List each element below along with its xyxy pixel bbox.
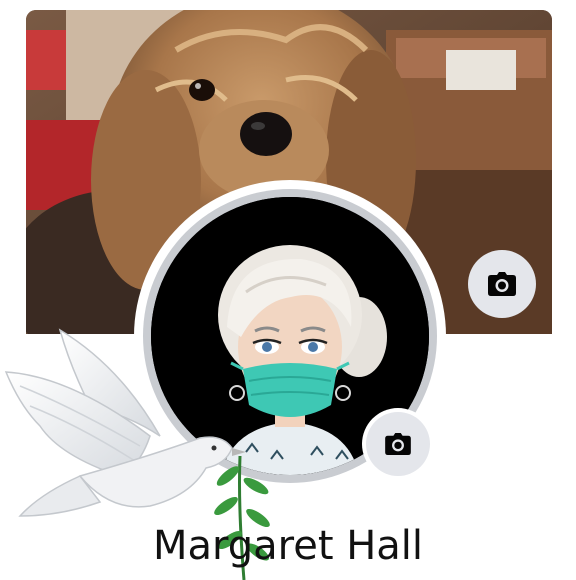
profile-name: Margaret Hall — [152, 523, 424, 569]
camera-icon — [385, 433, 411, 455]
edit-cover-photo-button[interactable] — [468, 250, 536, 318]
edit-profile-picture-button[interactable] — [366, 412, 430, 476]
camera-icon — [488, 272, 516, 296]
profile-header: Margaret Hall — [0, 0, 576, 580]
